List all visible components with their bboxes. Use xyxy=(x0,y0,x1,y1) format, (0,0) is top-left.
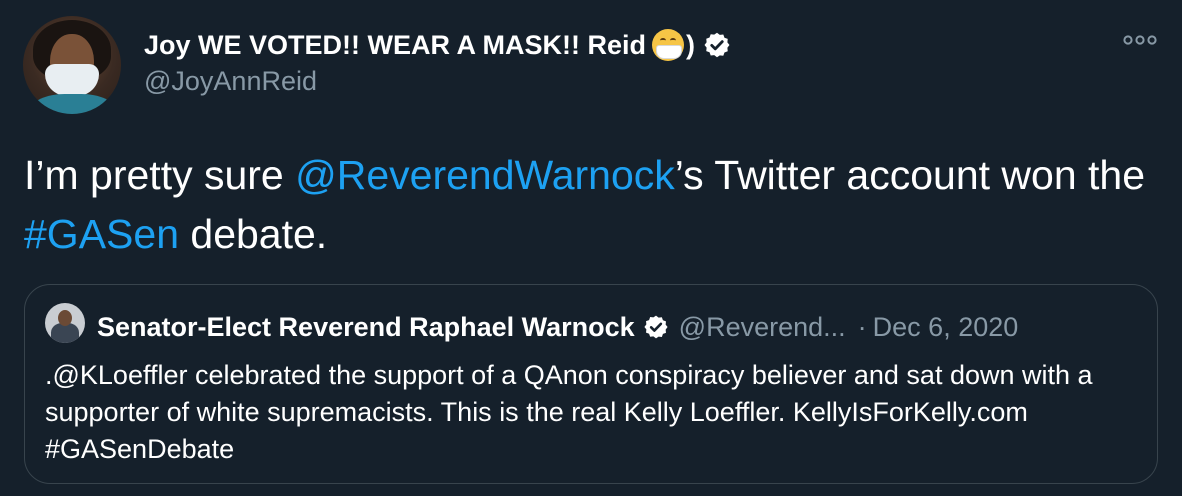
separator-dot: · xyxy=(857,311,867,342)
tweet-text-part: debate. xyxy=(179,211,328,257)
hashtag-link[interactable]: #GASen xyxy=(24,211,179,257)
quoted-author-handle[interactable]: @Reverend... xyxy=(679,312,846,343)
author-name-suffix: ) xyxy=(686,29,695,60)
author-name-row[interactable]: Joy WE VOTED!! WEAR A MASK!! Reid ) xyxy=(144,26,731,64)
quoted-tweet-text: .@KLoeffler celebrated the support of a … xyxy=(45,360,1093,464)
tweet-text-part: I’m pretty sure xyxy=(24,152,296,198)
author-display-name[interactable]: Joy WE VOTED!! WEAR A MASK!! Reid xyxy=(144,30,646,61)
tweet-card: Joy WE VOTED!! WEAR A MASK!! Reid ) @Joy… xyxy=(0,0,1182,496)
author-handle[interactable]: @JoyAnnReid xyxy=(144,66,317,97)
face-with-medical-mask-emoji xyxy=(652,29,684,61)
quoted-author-avatar[interactable] xyxy=(45,303,85,343)
quoted-tweet-date[interactable]: Dec 6, 2020 xyxy=(873,312,1019,343)
verified-badge-icon xyxy=(644,315,668,339)
quoted-tweet-header: Senator-Elect Reverend Raphael Warnock @… xyxy=(97,307,1018,347)
more-options-icon[interactable] xyxy=(1122,30,1158,50)
quoted-author-name[interactable]: Senator-Elect Reverend Raphael Warnock xyxy=(97,312,635,343)
author-avatar[interactable] xyxy=(23,16,121,114)
tweet-text-part: ’s Twitter account won the xyxy=(674,152,1146,198)
verified-badge-icon xyxy=(704,32,730,58)
mention-link[interactable]: @ReverendWarnock xyxy=(295,152,675,198)
quoted-tweet[interactable]: Senator-Elect Reverend Raphael Warnock @… xyxy=(24,284,1158,484)
tweet-text: I’m pretty sure @ReverendWarnock’s Twitt… xyxy=(24,146,1174,264)
